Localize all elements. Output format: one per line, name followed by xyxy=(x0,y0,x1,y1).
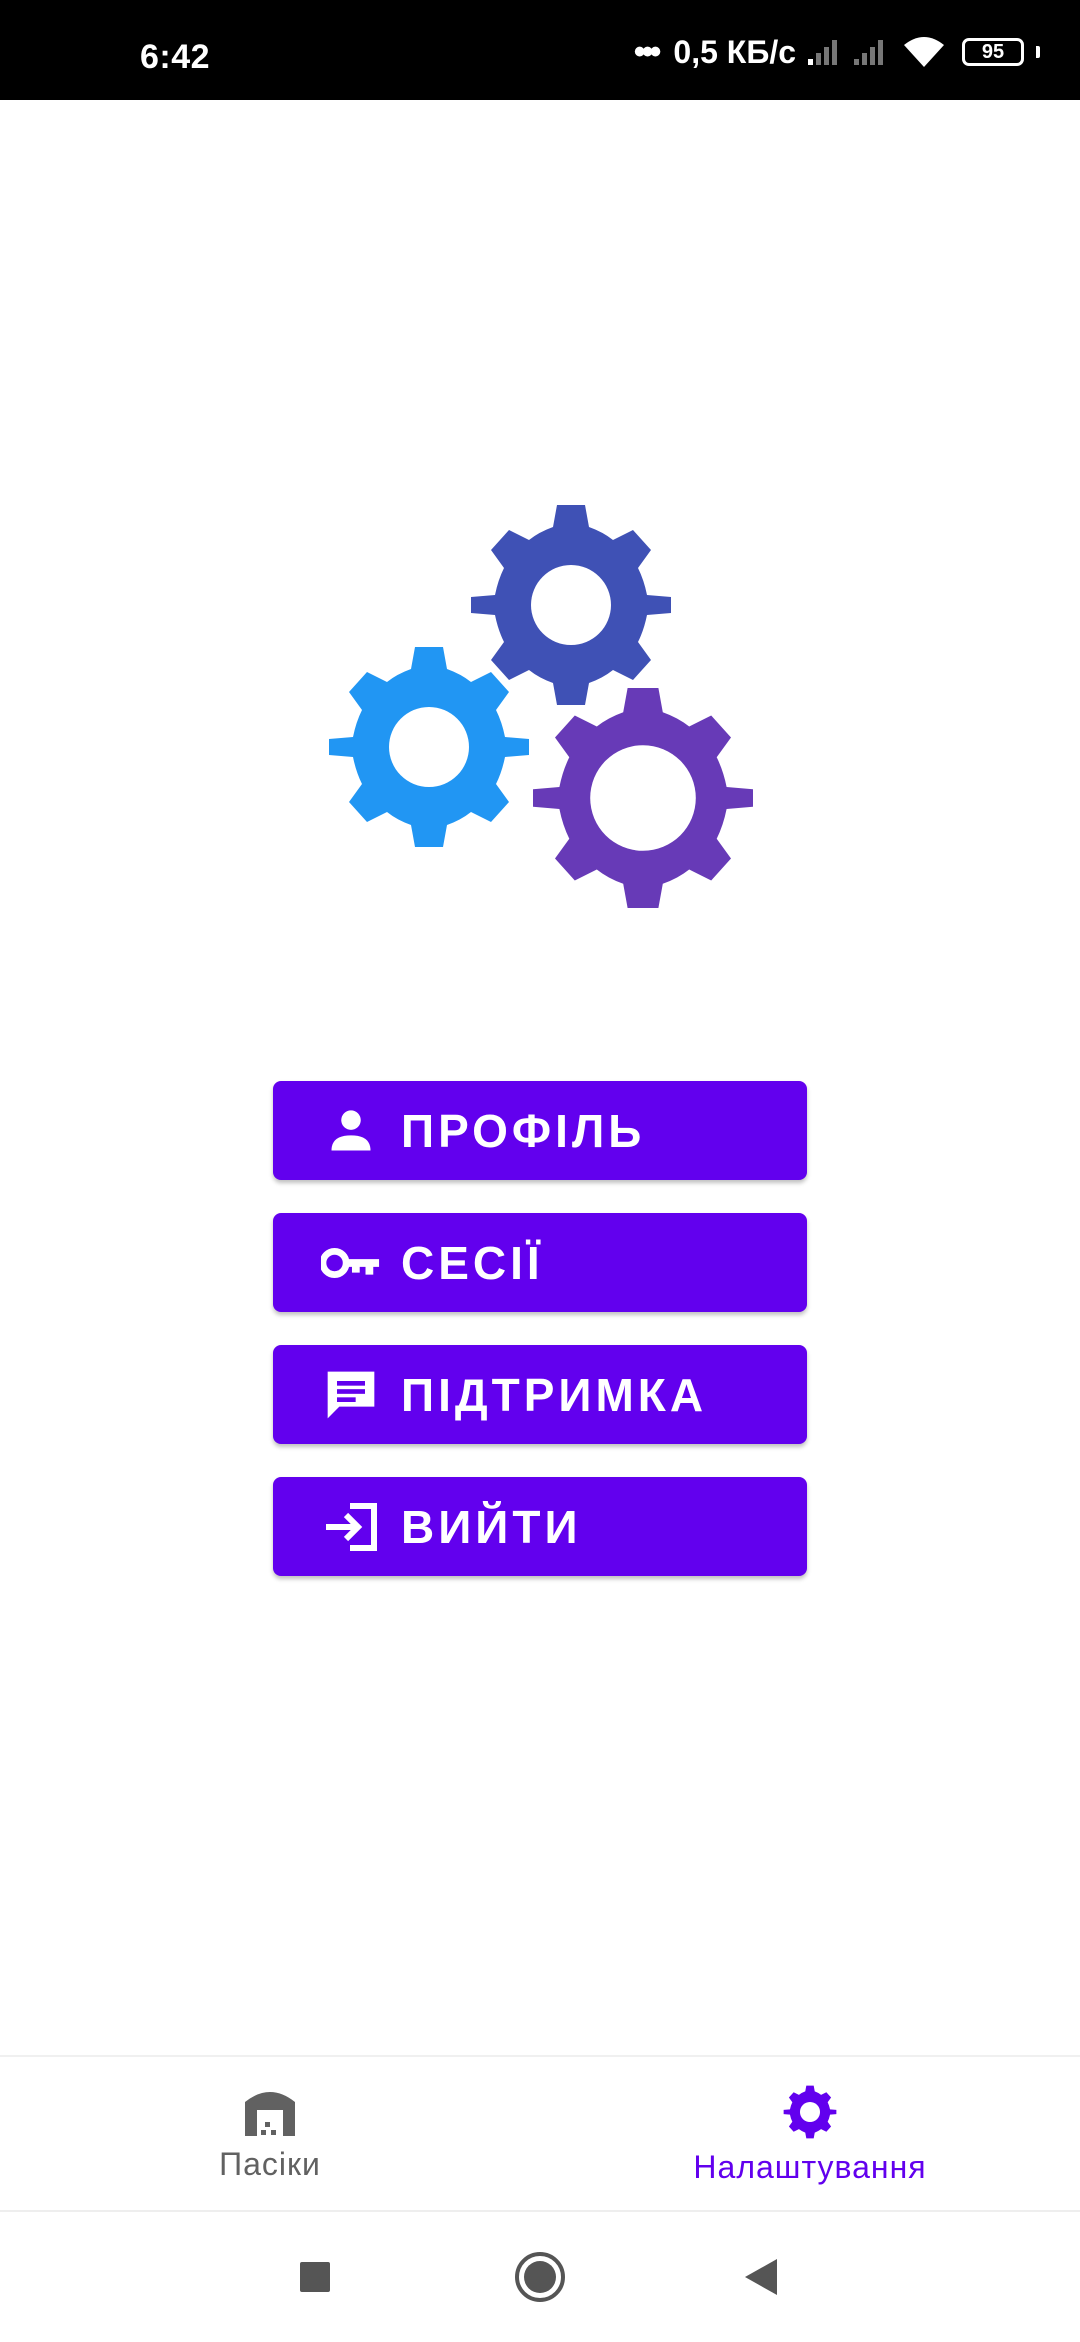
status-bar: 6:42 ••• 0,5 КБ/с 95 xyxy=(0,0,1080,100)
key-icon xyxy=(321,1233,381,1293)
nav-label-settings: Налаштування xyxy=(693,2149,927,2185)
gears-illustration xyxy=(329,505,753,908)
signal-icon-2 xyxy=(854,40,883,65)
gear-right xyxy=(533,688,753,908)
logout-button[interactable]: ВИЙТИ xyxy=(273,1477,807,1576)
sessions-button-label: СЕСІЇ xyxy=(401,1236,544,1289)
back-button[interactable] xyxy=(720,2212,800,2342)
nav-label-apiaries: Пасіки xyxy=(219,2146,321,2182)
network-speed: 0,5 КБ/с xyxy=(673,33,796,70)
support-button[interactable]: ПІДТРИМКА xyxy=(273,1345,807,1444)
signal-icon xyxy=(808,40,837,65)
battery-icon: 95 xyxy=(962,38,1024,66)
gear-icon xyxy=(783,2085,837,2139)
notification-dots: ••• xyxy=(633,32,662,71)
profile-button[interactable]: ПРОФІЛЬ xyxy=(273,1081,807,1180)
logout-icon xyxy=(321,1497,381,1557)
home-icon xyxy=(515,2252,565,2302)
recents-button[interactable] xyxy=(275,2212,355,2342)
person-icon xyxy=(321,1101,381,1161)
nav-item-settings[interactable]: Налаштування xyxy=(540,2057,1080,2212)
battery-level: 95 xyxy=(981,40,1005,63)
chat-icon xyxy=(321,1365,381,1425)
gear-top xyxy=(471,505,671,705)
wifi-icon xyxy=(904,37,944,67)
sessions-button[interactable]: СЕСІЇ xyxy=(273,1213,807,1312)
status-time: 6:42 xyxy=(140,38,211,76)
settings-menu: ПРОФІЛЬ СЕСІЇ ПІДТРИМКА ВИЙТИ xyxy=(273,1081,807,1609)
back-icon xyxy=(745,2259,777,2295)
home-button[interactable] xyxy=(500,2212,580,2342)
system-navigation-bar xyxy=(0,2210,1080,2342)
battery-tip xyxy=(1036,46,1040,58)
recents-icon xyxy=(300,2262,330,2292)
nav-item-apiaries[interactable]: Пасіки xyxy=(0,2057,540,2212)
apiary-icon xyxy=(245,2092,295,2136)
logout-button-label: ВИЙТИ xyxy=(401,1500,582,1553)
support-button-label: ПІДТРИМКА xyxy=(401,1368,708,1421)
profile-button-label: ПРОФІЛЬ xyxy=(401,1104,646,1157)
gear-left xyxy=(329,647,529,847)
bottom-navigation: Пасіки Налаштування xyxy=(0,2055,1080,2212)
status-icons: ••• 0,5 КБ/с 95 xyxy=(634,30,1040,74)
